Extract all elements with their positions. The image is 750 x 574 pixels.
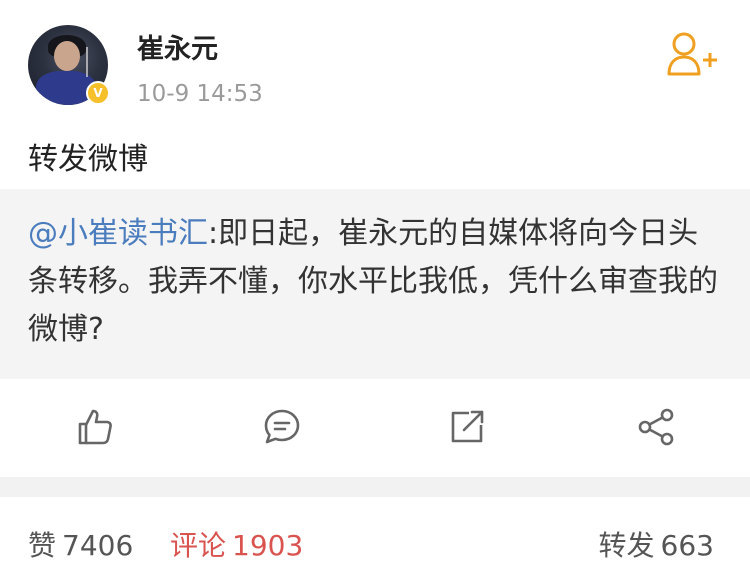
likes-stat[interactable]: 赞 7406: [28, 529, 139, 563]
stats-bar: 赞 7406 评论 1903 转发 663: [0, 497, 750, 574]
weibo-post: V 崔永元 10-9 14:53 转发微博 @小崔读书汇:即日起，崔永元的自媒体…: [0, 0, 750, 574]
repost-icon: [451, 410, 484, 443]
comment-icon: [264, 409, 300, 444]
reposts-stat[interactable]: 转发 663: [599, 529, 720, 563]
comments-stat[interactable]: 评论 1903: [170, 529, 309, 563]
follow-button[interactable]: [666, 30, 718, 78]
post-header: V 崔永元 10-9 14:53: [0, 0, 750, 130]
section-divider: [0, 477, 750, 497]
reposted-text: @小崔读书汇:即日起，崔永元的自媒体将向今日头条转移。我弄不懂，你水平比我低，凭…: [28, 210, 724, 354]
share-icon: [638, 408, 674, 446]
reposted-content[interactable]: @小崔读书汇:即日起，崔永元的自媒体将向今日头条转移。我弄不懂，你水平比我低，凭…: [0, 189, 750, 379]
repost-button[interactable]: [447, 407, 487, 447]
likes-count: 7406: [62, 529, 134, 562]
post-text: 转发微博: [28, 142, 148, 177]
avatar-face: [54, 41, 80, 71]
thumbs-up-icon: [78, 409, 112, 445]
verified-badge-icon: V: [86, 81, 110, 105]
add-user-icon: [667, 32, 717, 76]
like-button[interactable]: [74, 407, 114, 447]
action-bar: [0, 379, 750, 477]
mention-link[interactable]: @小崔读书汇: [28, 216, 208, 251]
comments-label: 评论: [170, 529, 227, 562]
reposts-label: 转发: [598, 529, 655, 562]
share-button[interactable]: [636, 407, 676, 447]
username[interactable]: 崔永元: [137, 33, 218, 67]
avatar-decor: [86, 47, 98, 77]
post-timestamp: 10-9 14:53: [137, 81, 263, 107]
comment-button[interactable]: [262, 407, 302, 447]
likes-label: 赞: [28, 529, 57, 562]
reposts-count: 663: [660, 529, 714, 562]
comments-count: 1903: [232, 529, 304, 562]
